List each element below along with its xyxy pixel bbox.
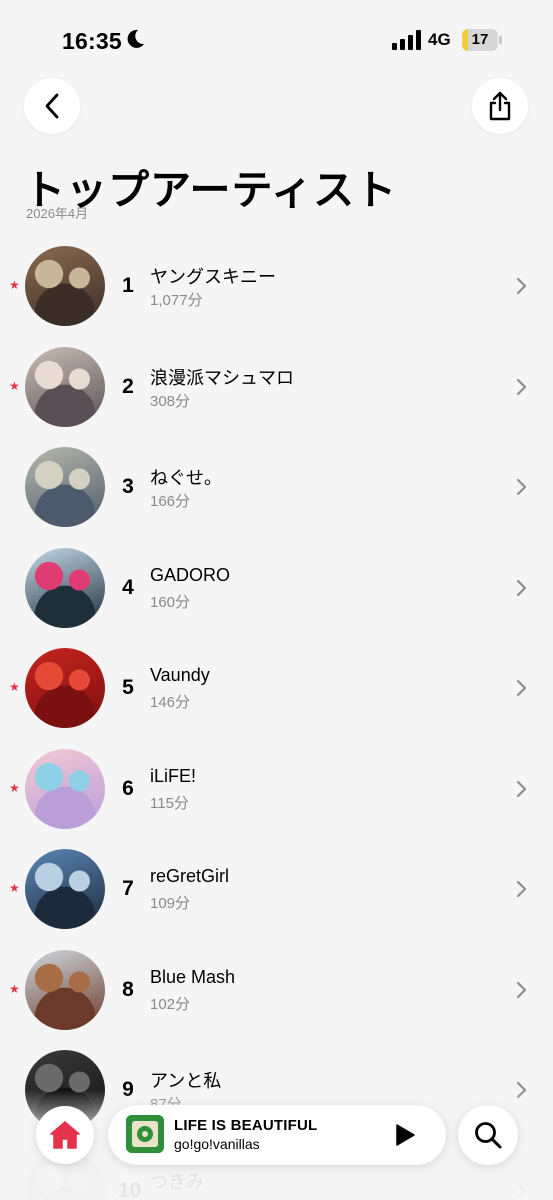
artist-row[interactable]: ★ 5 Vaundy 146分	[0, 638, 553, 739]
artist-minutes: 115分	[150, 794, 189, 812]
battery-level: 17	[471, 31, 489, 48]
artist-rank: 4	[122, 575, 134, 599]
artist-avatar	[25, 346, 105, 427]
artist-rank: 8	[122, 977, 134, 1001]
artist-rank: 7	[122, 877, 134, 900]
artist-rank: 6	[122, 776, 134, 800]
share-icon	[489, 91, 511, 121]
artist-row[interactable]: ★ 7 reGretGirl 109分	[0, 839, 553, 940]
signal-icon	[392, 30, 421, 50]
home-button[interactable]	[36, 1106, 94, 1164]
artist-minutes: 308分	[150, 392, 191, 410]
star-icon: ★	[9, 378, 20, 393]
artist-name: ヤングスキニー	[150, 267, 276, 287]
artist-list: ★ 1 ヤングスキニー 1,077分 ★ 2 浪漫派マシュマロ 308分 3 ねぐせ。 166分 4 G…	[0, 236, 553, 1200]
chevron-right-icon	[516, 780, 527, 797]
artist-minutes: 166分	[150, 493, 191, 510]
artist-row[interactable]: 3 ねぐせ。 166分	[0, 437, 553, 538]
artist-avatar	[25, 849, 105, 929]
battery-icon: 17	[462, 29, 502, 51]
moon-icon	[127, 29, 144, 48]
top-artists-screen: 16:35 4G 17 トップアーティスト 2026年4月 ★ 1 ヤングスキニ…	[0, 0, 553, 1200]
network-type: 4G	[428, 30, 451, 49]
artist-row[interactable]: 4 GADORO 160分	[0, 538, 553, 639]
chevron-right-icon	[516, 880, 527, 898]
artist-name: reGretGirl	[150, 866, 230, 886]
chevron-right-icon	[516, 478, 527, 496]
chevron-left-icon	[45, 93, 59, 119]
artist-avatar	[25, 949, 105, 1030]
artist-avatar	[25, 547, 105, 628]
star-icon: ★	[9, 680, 20, 694]
artist-minutes: 102分	[150, 995, 191, 1013]
artist-name: Blue Mash	[150, 966, 236, 987]
artist-name: 浪漫派マシュマロ	[150, 367, 294, 388]
artist-name: ねぐせ。	[150, 468, 222, 488]
artist-minutes: 160分	[150, 593, 191, 611]
artist-name: GADORO	[150, 564, 231, 585]
artist-name: iLiFE!	[150, 765, 197, 786]
share-button[interactable]	[472, 78, 528, 134]
star-icon: ★	[9, 881, 20, 895]
artist-rank: 2	[122, 374, 134, 398]
chevron-right-icon	[516, 679, 527, 697]
artist-minutes: 1,077分	[150, 292, 203, 309]
now-playing-bar[interactable]: LIFE IS BEAUTIFUL go!go!vanillas	[108, 1105, 446, 1165]
artist-rank: 1	[122, 274, 134, 297]
search-button[interactable]	[458, 1105, 518, 1165]
play-icon[interactable]	[394, 1123, 416, 1147]
star-icon: ★	[9, 981, 20, 996]
artist-avatar	[25, 748, 105, 829]
artist-name: Vaundy	[150, 665, 210, 685]
back-button[interactable]	[24, 78, 80, 134]
artist-avatar	[25, 447, 105, 527]
period-label: 2026年4月	[26, 206, 89, 221]
artist-minutes: 109分	[150, 895, 191, 912]
artist-rank: 5	[122, 676, 134, 699]
chevron-right-icon	[516, 981, 527, 998]
artist-minutes: 146分	[150, 694, 191, 711]
star-icon: ★	[9, 278, 20, 292]
home-icon	[50, 1121, 80, 1149]
artist-row[interactable]: ★ 8 Blue Mash 102分	[0, 940, 553, 1041]
artist-avatar	[25, 246, 105, 326]
chevron-right-icon	[516, 378, 527, 395]
now-playing-track: LIFE IS BEAUTIFUL	[174, 1117, 318, 1134]
artist-row[interactable]: ★ 2 浪漫派マシュマロ 308分	[0, 337, 553, 438]
status-bar: 16:35 4G 17	[0, 0, 553, 80]
star-icon: ★	[9, 780, 20, 795]
chevron-right-icon	[516, 579, 527, 596]
artist-avatar	[25, 648, 105, 728]
chevron-right-icon	[516, 277, 527, 295]
status-time: 16:35	[62, 28, 122, 54]
now-playing-artist: go!go!vanillas	[174, 1136, 260, 1152]
artist-row[interactable]: ★ 1 ヤングスキニー 1,077分	[0, 236, 553, 337]
album-art	[126, 1115, 164, 1153]
artist-row[interactable]: ★ 6 iLiFE! 115分	[0, 739, 553, 840]
search-icon	[475, 1122, 502, 1149]
artist-rank: 3	[122, 475, 134, 498]
